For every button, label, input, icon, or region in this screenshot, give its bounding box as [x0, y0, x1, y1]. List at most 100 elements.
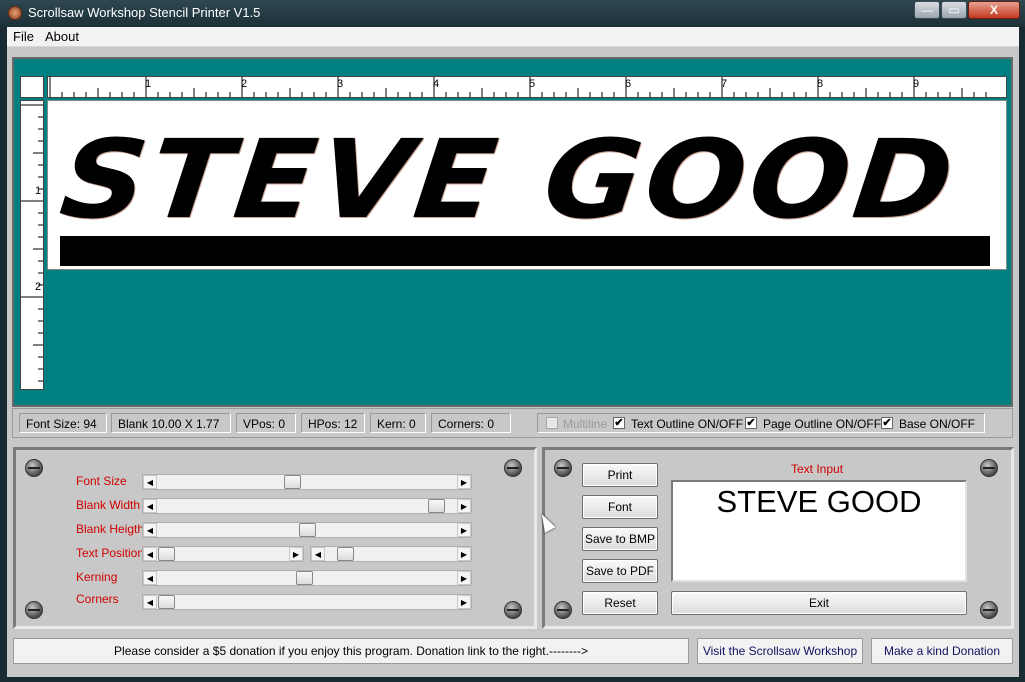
stencil-canvas: 1 2 3 4 5 6 7 8 9 1 2 STEVE GOOD — [12, 57, 1013, 407]
title-bar: Scrollsaw Workshop Stencil Printer V1.5 … — [0, 0, 1025, 27]
kerning-label: Kerning — [76, 570, 118, 584]
multiline-label: Multiline — [563, 417, 608, 431]
page-outline-label: Page Outline ON/OFF — [763, 417, 882, 431]
scroll-left-arrow[interactable]: ◀ — [143, 595, 157, 609]
slider-thumb[interactable] — [295, 571, 313, 585]
scroll-right-arrow[interactable]: ▶ — [289, 547, 303, 561]
text-position-h-slider[interactable]: ◀ ▶ — [310, 546, 472, 562]
visit-workshop-button[interactable]: Visit the Scrollsaw Workshop — [697, 638, 863, 664]
font-size-slider[interactable]: ◀ ▶ — [142, 474, 472, 490]
status-blank: Blank 10.00 X 1.77 — [111, 413, 231, 433]
ruler-h-label: 8 — [817, 78, 824, 90]
text-outline-checkbox[interactable]: ✔ — [613, 417, 625, 429]
menu-bar: File About — [7, 27, 1019, 47]
ruler-h-label: 4 — [433, 78, 440, 90]
scroll-left-arrow[interactable]: ◀ — [143, 499, 157, 513]
stencil-preview: STEVE GOOD — [47, 100, 1007, 270]
screw-icon — [554, 459, 572, 477]
screw-icon — [25, 459, 43, 477]
ruler-h-label: 9 — [913, 78, 920, 90]
base-label: Base ON/OFF — [899, 417, 976, 431]
corners-label: Corners — [76, 592, 119, 606]
scroll-right-arrow[interactable]: ▶ — [457, 499, 471, 513]
vertical-ruler-ticks — [21, 104, 43, 382]
blank-height-label: Blank Heigth — [76, 522, 145, 536]
screw-icon — [554, 601, 572, 619]
page-outline-checkbox[interactable]: ✔ — [745, 417, 757, 429]
screw-icon — [504, 459, 522, 477]
action-panel: Print Font Save to BMP Save to PDF Reset… — [542, 447, 1014, 629]
options-group: Multiline ✔ Text Outline ON/OFF ✔ Page O… — [537, 413, 985, 433]
corners-slider[interactable]: ◀ ▶ — [142, 594, 472, 610]
slider-thumb[interactable] — [158, 595, 175, 609]
slider-thumb[interactable] — [427, 499, 445, 513]
text-position-v-slider[interactable]: ◀ ▶ — [142, 546, 304, 562]
text-outline-label: Text Outline ON/OFF — [631, 417, 744, 431]
blank-width-slider[interactable]: ◀ ▶ — [142, 498, 472, 514]
multiline-checkbox[interactable] — [546, 417, 558, 429]
slider-thumb[interactable] — [158, 547, 175, 561]
save-pdf-button[interactable]: Save to PDF — [582, 559, 658, 583]
text-input-label: Text Input — [791, 462, 844, 476]
scroll-right-arrow[interactable]: ▶ — [457, 595, 471, 609]
screw-icon — [504, 601, 522, 619]
status-font-size: Font Size: 94 — [19, 413, 107, 433]
maximize-button[interactable]: ▭ — [941, 1, 967, 19]
text-position-label: Text Position — [76, 546, 145, 560]
blank-width-label: Blank Width — [76, 498, 141, 512]
window-client: File About 1 2 3 4 5 6 7 8 9 1 2 STEVE G… — [7, 27, 1019, 677]
minimize-button[interactable]: — — [914, 1, 940, 19]
scroll-left-arrow[interactable]: ◀ — [143, 475, 157, 489]
scroll-left-arrow[interactable]: ◀ — [311, 547, 325, 561]
slider-thumb[interactable] — [337, 547, 355, 561]
screw-icon — [980, 459, 998, 477]
screw-icon — [980, 601, 998, 619]
ruler-h-label: 2 — [241, 78, 248, 90]
ruler-v-label: 2 — [35, 281, 42, 293]
donate-button[interactable]: Make a kind Donation — [871, 638, 1013, 664]
font-size-label: Font Size — [76, 474, 127, 488]
window-title: Scrollsaw Workshop Stencil Printer V1.5 — [28, 5, 261, 20]
print-button[interactable]: Print — [582, 463, 658, 487]
ruler-h-label: 7 — [721, 78, 728, 90]
scroll-right-arrow[interactable]: ▶ — [457, 571, 471, 585]
ruler-v-label: 1 — [35, 185, 42, 197]
status-kern: Kern: 0 — [370, 413, 426, 433]
base-checkbox[interactable]: ✔ — [881, 417, 893, 429]
ruler-h-label: 3 — [337, 78, 344, 90]
vertical-ruler: 1 2 — [20, 100, 44, 390]
horizontal-ruler-ticks — [49, 77, 987, 97]
screw-icon — [25, 601, 43, 619]
ruler-h-label: 5 — [529, 78, 536, 90]
status-vpos: VPos: 0 — [236, 413, 296, 433]
ruler-h-label: 6 — [625, 78, 632, 90]
slider-thumb[interactable] — [284, 475, 302, 489]
app-icon — [8, 6, 22, 20]
save-bmp-button[interactable]: Save to BMP — [582, 527, 658, 551]
ruler-h-label: 1 — [145, 78, 152, 90]
scroll-left-arrow[interactable]: ◀ — [143, 571, 157, 585]
scroll-right-arrow[interactable]: ▶ — [457, 547, 471, 561]
blank-height-slider[interactable]: ◀ ▶ — [142, 522, 472, 538]
stencil-text: STEVE GOOD — [54, 115, 964, 243]
reset-button[interactable]: Reset — [582, 591, 658, 615]
kerning-slider[interactable]: ◀ ▶ — [142, 570, 472, 586]
horizontal-ruler: 1 2 3 4 5 6 7 8 9 — [47, 76, 1007, 98]
scroll-right-arrow[interactable]: ▶ — [457, 523, 471, 537]
status-corners: Corners: 0 — [431, 413, 511, 433]
status-bar: Font Size: 94 Blank 10.00 X 1.77 VPos: 0… — [12, 408, 1013, 438]
scroll-left-arrow[interactable]: ◀ — [143, 523, 157, 537]
scroll-left-arrow[interactable]: ◀ — [143, 547, 157, 561]
font-button[interactable]: Font — [582, 495, 658, 519]
ruler-corner — [20, 76, 44, 98]
stencil-base — [60, 236, 990, 266]
menu-file[interactable]: File — [13, 29, 34, 44]
slider-thumb[interactable] — [298, 523, 316, 537]
status-hpos: HPos: 12 — [301, 413, 365, 433]
scroll-right-arrow[interactable]: ▶ — [457, 475, 471, 489]
text-input-field[interactable]: STEVE GOOD — [671, 480, 967, 582]
menu-about[interactable]: About — [45, 29, 79, 44]
close-button[interactable]: X — [968, 1, 1020, 19]
exit-button[interactable]: Exit — [671, 591, 967, 615]
donation-message: Please consider a $5 donation if you enj… — [13, 638, 689, 664]
